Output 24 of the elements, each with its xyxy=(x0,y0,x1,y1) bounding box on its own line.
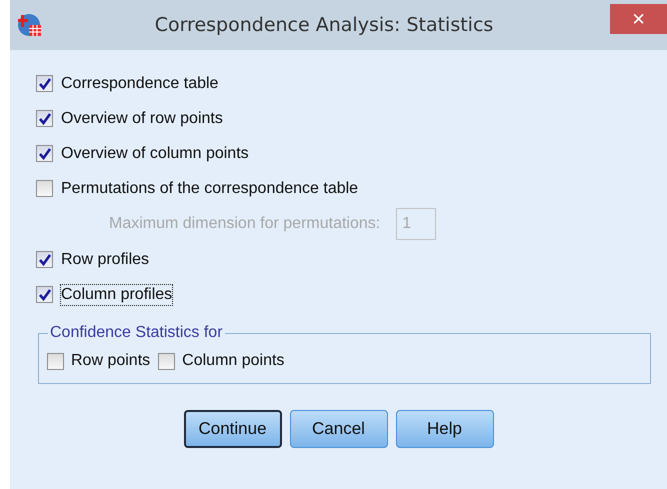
checkbox-label[interactable]: Correspondence table xyxy=(60,72,220,94)
checkbox[interactable] xyxy=(36,286,53,303)
checkbox[interactable] xyxy=(158,352,176,370)
checkbox-label[interactable]: Row profiles xyxy=(60,248,150,270)
dialog-button[interactable]: Help xyxy=(396,410,494,448)
checkbox[interactable] xyxy=(36,75,53,92)
checkbox[interactable] xyxy=(47,352,64,370)
focused-checkbox-label[interactable]: Column profiles xyxy=(60,284,174,306)
close-button[interactable]: ✕ xyxy=(610,4,667,34)
checkbox-label[interactable]: Row points xyxy=(71,352,150,370)
window-title: Correspondence Analysis: Statistics xyxy=(154,14,494,36)
checkbox[interactable] xyxy=(36,180,53,197)
checkbox[interactable] xyxy=(36,110,53,127)
checkbox[interactable] xyxy=(36,145,53,162)
app-icon xyxy=(17,12,43,38)
checkbox-label[interactable]: Overview of row points xyxy=(60,108,224,130)
default-button[interactable]: Continue xyxy=(184,410,282,448)
checkbox[interactable] xyxy=(36,251,53,268)
dialog-button[interactable]: Cancel xyxy=(290,410,388,448)
group-title: Confidence Statistics for xyxy=(49,324,224,342)
checkbox-label[interactable]: Column points xyxy=(182,352,284,370)
checkbox-label[interactable]: Permutations of the correspondence table xyxy=(60,178,360,200)
checkbox-label[interactable]: Overview of column points xyxy=(60,142,250,164)
field-label: Maximum dimension for permutations: xyxy=(109,215,380,233)
